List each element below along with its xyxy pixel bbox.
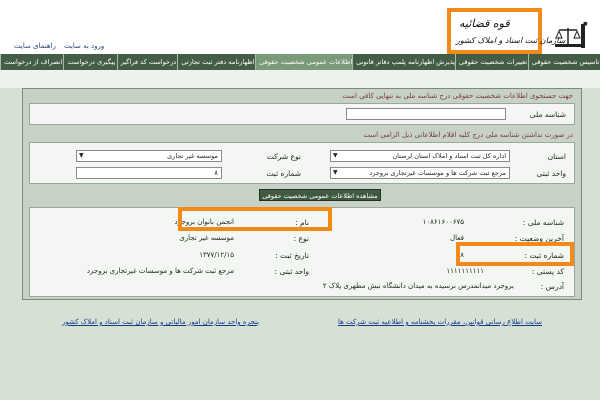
- result-status-value: فعال: [450, 234, 464, 242]
- nav-request-code[interactable]: درخواست کد فراگیر: [116, 54, 178, 70]
- company-type-value: موسسه غیر تجاری: [167, 152, 218, 160]
- national-id-input[interactable]: [346, 108, 506, 120]
- search-panel: جهت جستجوی اطلاعات شخصیت حقوقی درج شناسه…: [22, 88, 582, 300]
- logo-subtitle: سازمان ثبت اسناد و املاک کشور: [456, 36, 566, 45]
- nav-commercial-registry[interactable]: اظهارنامه دفتر ثبت تجارتی: [177, 54, 255, 70]
- chevron-down-icon: ▼: [333, 169, 338, 176]
- nav-entity-changes[interactable]: تغییرات شخصیت حقوقی: [454, 54, 528, 70]
- reg-no-highlight: [456, 242, 574, 266]
- result-type-label: نوع :: [293, 234, 309, 243]
- result-postal-label: کد پستی :: [531, 267, 564, 276]
- header-bar: ورود به سایت راهنمای سایت قوه قضائیه ساز…: [0, 0, 600, 54]
- regulations-link[interactable]: سایت اطلاع رسانی قوانین، مقررات بخشنامه …: [338, 318, 542, 326]
- tax-window-link[interactable]: پنجره واحد سازمان امور مالیاتی و سازمان …: [62, 318, 259, 326]
- company-type-label: نوع شرکت: [266, 152, 301, 161]
- nav-public-info[interactable]: اطلاعات عمومی شخصیت حقوقی: [255, 54, 353, 70]
- main-nav: تاسیس شخصیت حقوقی تغییرات شخصیت حقوقی پذ…: [0, 54, 600, 70]
- national-id-search-box: شناسه ملی: [29, 103, 575, 125]
- unit-value: مرجع ثبت شرکت ها و موسسات غیرتجاری بروجر…: [369, 169, 506, 177]
- result-postal-value: ۱۱۱۱۱۱۱۱۱۱: [446, 267, 484, 275]
- chevron-down-icon: ▼: [333, 152, 338, 159]
- unit-label: واحد ثبتی: [536, 169, 566, 178]
- result-national-id-label: شناسه ملی :: [522, 218, 564, 227]
- nav-cancel-request[interactable]: انصراف از درخواست: [0, 54, 63, 70]
- company-type-select[interactable]: ▼ موسسه غیر تجاری: [76, 150, 222, 162]
- result-reg-date-label: تاریخ ثبت :: [275, 251, 309, 260]
- unit-select[interactable]: ▼ مرجع ثبت شرکت ها و موسسات غیرتجاری برو…: [330, 167, 510, 179]
- alt-search-hint: در صورت نداشتن شناسه ملی درج کلیه اقلام …: [363, 131, 573, 139]
- logo-title: قوه قضائیه: [459, 17, 510, 30]
- search-hint: جهت جستجوی اطلاعات شخصیت حقوقی درج شناسه…: [342, 92, 573, 100]
- result-address-value: بروجرد میدانمدرس نرسیده به میدان دانشگاه…: [322, 282, 514, 290]
- province-label: استان: [547, 152, 566, 161]
- spacer: [0, 70, 600, 88]
- province-select[interactable]: ▼ اداره کل ثبت اسناد و املاک استان لرستا…: [330, 150, 510, 162]
- result-type-value: موسسه غیر تجاری: [179, 234, 234, 242]
- name-highlight: [178, 207, 332, 231]
- site-help-link[interactable]: راهنمای سایت: [14, 42, 56, 50]
- result-address-label: آدرس :: [540, 282, 564, 291]
- nav-ledger-sealing[interactable]: پذیرش اظهارنامه پلمپ دفاتر قانونی: [352, 54, 455, 70]
- full-search-box: استان ▼ اداره کل ثبت اسناد و املاک استان…: [29, 142, 575, 184]
- nav-establish-entity[interactable]: تاسیس شخصیت حقوقی: [527, 54, 600, 70]
- result-unit-value: مرجع ثبت شرکت ها و موسسات غیرتجاری بروجر…: [86, 267, 234, 275]
- judiciary-emblem-icon: [555, 21, 588, 48]
- result-box: شناسه ملی : ۱۰۸۶۱۶۰۰۶۷۵ نام : انجمن بانو…: [29, 207, 575, 297]
- logo-highlight: قوه قضائیه سازمان ثبت اسناد و املاک کشور: [447, 8, 565, 54]
- chevron-down-icon: ▼: [79, 152, 84, 159]
- top-links: ورود به سایت راهنمای سایت: [8, 42, 104, 50]
- result-reg-date-value: ۱۳۷۷/۱۲/۱۵: [199, 251, 234, 259]
- result-unit-label: واحد ثبتی :: [274, 267, 309, 276]
- login-link[interactable]: ورود به سایت: [64, 42, 104, 50]
- national-id-label: شناسه ملی: [529, 110, 566, 119]
- nav-track-request[interactable]: پیگیری درخواست: [63, 54, 116, 70]
- reg-no-label: شماره ثبت: [266, 169, 301, 178]
- province-value: اداره کل ثبت اسناد و املاک استان لرستان: [392, 152, 506, 160]
- reg-no-input[interactable]: ۸: [76, 167, 222, 179]
- result-national-id-value: ۱۰۸۶۱۶۰۰۶۷۵: [422, 218, 464, 226]
- view-public-info-button[interactable]: مشاهده اطلاعات عمومی شخصیت حقوقی: [259, 189, 381, 201]
